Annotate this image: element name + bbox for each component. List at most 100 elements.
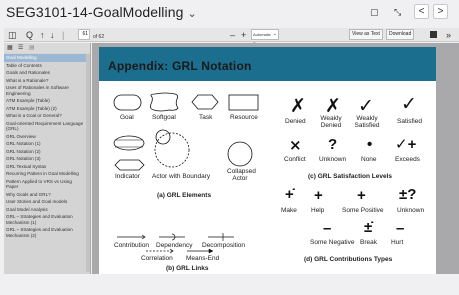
contributions-caption: (d) GRL Contributions Types [304, 256, 393, 263]
unknown-label: Unknown [319, 156, 347, 163]
some-negative-label: Some Negative [310, 239, 355, 246]
hurt-icon: – [396, 220, 405, 237]
conflict-label: Conflict [284, 156, 306, 163]
denied-label: Denied [285, 118, 306, 125]
outline-item[interactable]: ATM Example (Table) (2) [4, 105, 86, 113]
help-icon: + [314, 187, 323, 204]
outline-item[interactable]: Recurring Pattern in Goal Modelling [4, 170, 86, 178]
zoom-out-button[interactable]: – [230, 29, 235, 41]
document-title[interactable]: SEG3101-14-GoalModelling ⌄ [6, 4, 197, 20]
page-count: of 62 [93, 34, 105, 40]
weakly-denied-label: Weakly Denied [320, 115, 342, 129]
belief-shape [113, 135, 145, 151]
satisfied-icon: ✓ [401, 94, 417, 115]
actor-boundary-label: Actor with Boundary [152, 173, 211, 180]
outline-icon[interactable]: ☰ [18, 44, 23, 51]
thumbnails-icon[interactable]: ▦ [7, 44, 13, 51]
weakly-denied-icon: ✗ [325, 96, 341, 117]
outline-item[interactable]: Table of Contents [4, 62, 86, 70]
means-end-arrowhead [208, 248, 214, 254]
outline-item[interactable]: ATM Example (Table) [4, 97, 86, 105]
chevron-down-icon[interactable]: ⌄ [188, 8, 197, 20]
resource-label: Resource [230, 114, 258, 121]
some-positive-icon: + [357, 187, 366, 204]
document-title-text: SEG3101-14-GoalModelling [6, 4, 184, 20]
links-caption: (b) GRL Links [166, 265, 209, 272]
exceeds-label: Exceeds [395, 156, 420, 163]
contribution-unknown-icon: ±? [399, 186, 417, 203]
zoom-in-button[interactable]: + [241, 29, 246, 41]
none-icon: • [367, 136, 373, 153]
outline-item[interactable]: Goal Modelling [4, 54, 86, 62]
satisfied-label: Satisfied [397, 118, 422, 125]
previous-button[interactable]: < [414, 4, 429, 19]
outline-item[interactable]: GRL Notation (2) [4, 148, 86, 156]
break-label: Break [360, 239, 377, 246]
previous-page-icon[interactable]: ↑ [40, 29, 45, 41]
expand-icon[interactable]: ⤡ [394, 7, 401, 18]
sidebar-tools: ▦ ☰ ▤ [4, 43, 90, 53]
zoom-select[interactable]: Automatic Zoom ⌄ [251, 29, 279, 46]
task-label: Task [199, 114, 213, 121]
softgoal-shape [150, 92, 179, 112]
more-tools-icon[interactable]: » [446, 29, 451, 41]
outline-item[interactable]: Uses of Rationales in Software Engineeri… [4, 84, 86, 97]
denied-icon: ✗ [290, 96, 306, 117]
outline-item[interactable]: Goal-oriented Requirement Language (GRL) [4, 120, 86, 133]
resource-shape [228, 94, 259, 111]
indicator-label: Indicator [115, 173, 140, 180]
actor-shape [155, 129, 171, 145]
view-as-text-button[interactable]: View as Text [349, 29, 383, 40]
contribution-label: Contribution [114, 242, 150, 249]
pdf-viewer-window: SEG3101-14-GoalModelling ⌄ ▢ ⤡ < > ◫ Q ↑ … [0, 0, 459, 295]
task-shape [191, 94, 219, 110]
correlation-label: Correlation [141, 255, 173, 262]
exceeds-icon: ✓+ [395, 136, 417, 153]
outline-item[interactable]: GRL – Strategies and Evaluation Mechanis… [4, 213, 86, 226]
dependency-label: Dependency [156, 242, 193, 249]
grl-notation-diagram [113, 92, 259, 254]
window-square-icon[interactable]: ▢ [370, 7, 379, 18]
goal-shape [113, 94, 142, 111]
outline-sidebar: ▦ ☰ ▤ Goal Modelling Table of Contents Goa… [4, 43, 91, 274]
outline-item[interactable]: GRL Textual Syntax [4, 163, 86, 171]
outline-item[interactable]: GRL – Strategies and Evaluation Mechanis… [4, 226, 86, 239]
none-label: None [361, 156, 377, 163]
pdf-toolbar: ◫ Q ↑ ↓ | 61 of 62 – + Automatic Zoom ⌄ … [4, 28, 459, 46]
satisfaction-caption: (c) GRL Satisfaction Levels [308, 173, 393, 180]
softgoal-label: Softgoal [152, 114, 176, 121]
search-icon[interactable]: Q [26, 29, 33, 41]
collapsed-actor-label: Collapsed Actor [227, 168, 256, 182]
indicator-shape [114, 159, 145, 171]
page-number-input[interactable]: 61 [78, 29, 90, 40]
outline-item[interactable]: Pattern Applied to VRS vs Using Paper [4, 178, 86, 191]
sidebar-scrollbar[interactable] [86, 54, 90, 272]
next-button[interactable]: > [433, 4, 448, 19]
chevron-down-icon: ⌄ [272, 31, 277, 37]
outline-item[interactable]: GRL Overview [4, 133, 86, 141]
next-page-icon[interactable]: ↓ [50, 29, 55, 41]
outline-item[interactable]: User Stories and Goal models [4, 198, 86, 206]
attachments-icon[interactable]: ▤ [29, 44, 35, 51]
weakly-satisfied-label: Weakly Satisfied [354, 115, 380, 129]
outline-item[interactable]: Goal Model Analysis [4, 206, 86, 214]
download-button[interactable]: Download [386, 29, 415, 40]
goal-label: Goal [120, 114, 134, 121]
presentation-icon[interactable] [430, 31, 437, 38]
unknown-icon: ? [328, 136, 338, 153]
hurt-label: Hurt [391, 239, 404, 246]
toolbar-separator: | [62, 30, 65, 40]
contribution-unknown-label: Unknown [397, 207, 425, 214]
outline-item[interactable]: Goals and Rationales [4, 69, 86, 77]
outline-item[interactable]: Why Goals and GRL? [4, 191, 86, 199]
document-viewport: Appendix: GRL Notation Goal Softgoal Tas… [92, 43, 459, 274]
outline-item[interactable]: What is a Goal or General? [4, 112, 86, 120]
outline-item[interactable]: GRL Notation (1) [4, 140, 86, 148]
sidebar-toggle-icon[interactable]: ◫ [8, 29, 17, 41]
outline-item[interactable]: GRL Notation (3) [4, 155, 86, 163]
make-icon: +̇ [285, 186, 294, 203]
some-negative-icon: – [323, 220, 332, 237]
elements-caption: (a) GRL Elements [157, 192, 212, 199]
outline-item[interactable]: What is a Rationale? [4, 77, 86, 85]
title-bar: SEG3101-14-GoalModelling ⌄ ▢ ⤡ < > [0, 0, 459, 26]
